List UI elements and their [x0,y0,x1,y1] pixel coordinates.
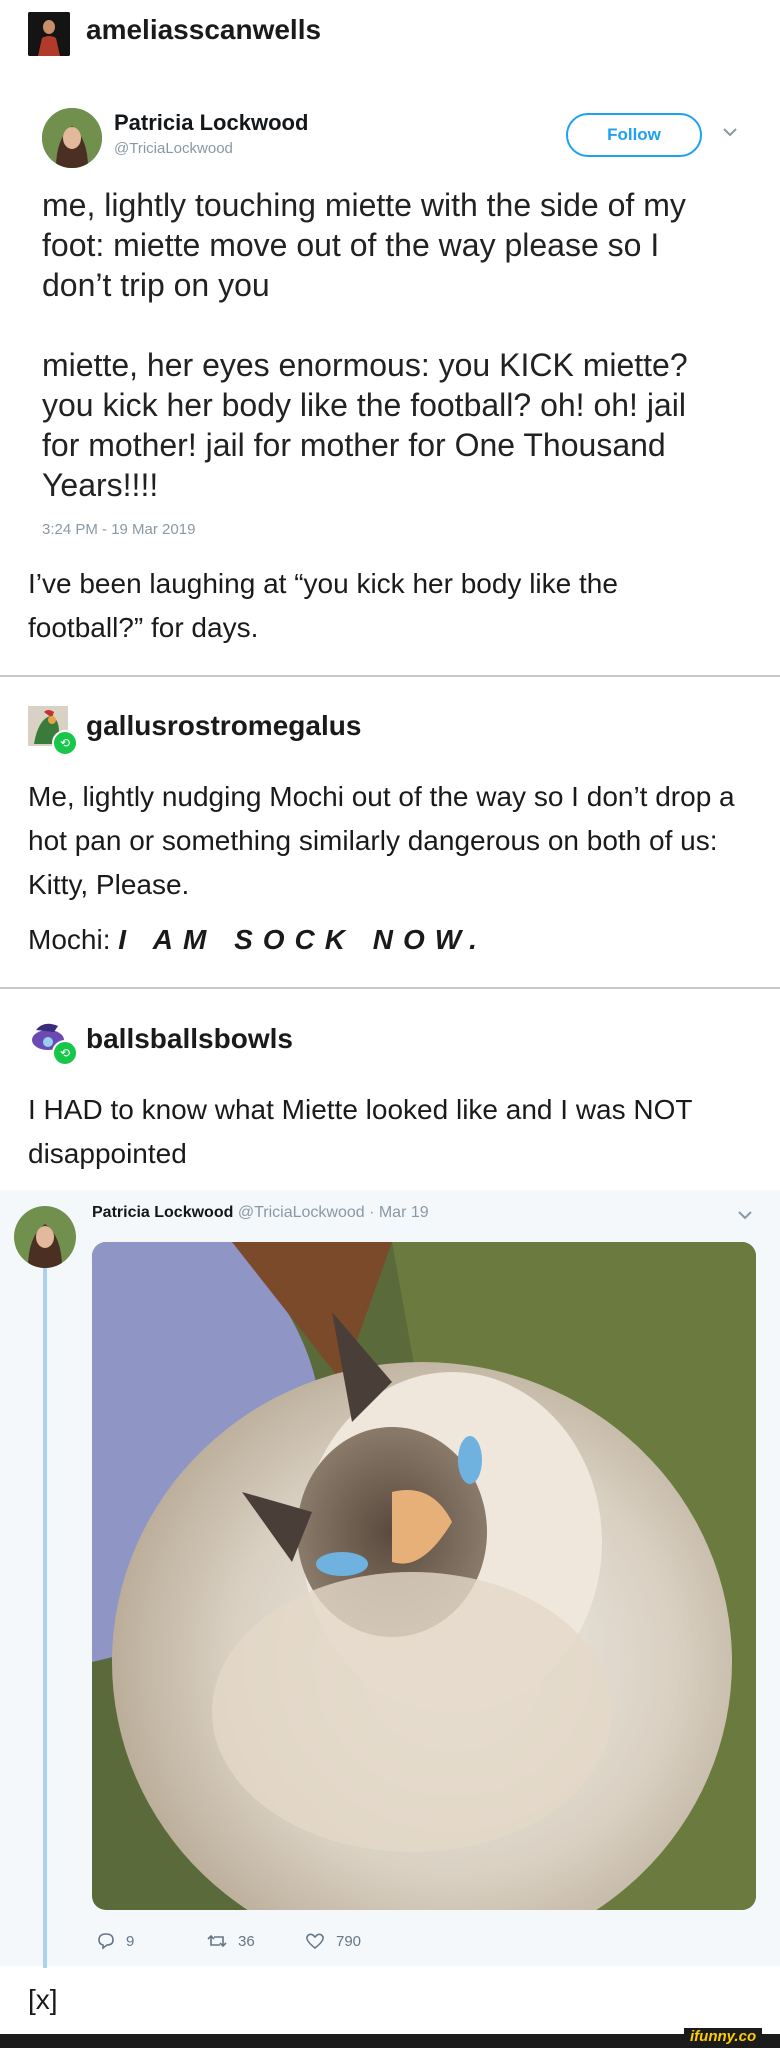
tweet-paragraph-1: me, lightly touching miette with the sid… [42,187,686,303]
chevron-down-icon[interactable] [720,124,740,140]
reblog1-username[interactable]: gallusrostromegalus [86,710,361,742]
cat-photo[interactable] [92,1242,756,1910]
chevron-down-icon[interactable] [735,1207,755,1223]
reply-count[interactable]: 9 [96,1931,134,1951]
embedded-tweet-handle-date[interactable]: @TriciaLockwood · Mar 19 [238,1204,429,1221]
retweet-icon [207,1934,227,1948]
retweet-count[interactable]: 36 [206,1931,255,1951]
heart-icon [306,1933,324,1950]
tweet-timestamp[interactable]: 3:24 PM - 19 Mar 2019 [42,521,195,538]
reblog2-username[interactable]: ballsballsbowls [86,1023,293,1055]
embedded-tweet-avatar[interactable] [14,1206,76,1268]
follow-button[interactable]: Follow [566,113,702,157]
like-count[interactable]: 790 [304,1931,361,1951]
op-avatar[interactable] [28,12,70,56]
tweet-author-handle[interactable]: @TriciaLockwood [114,140,233,157]
watermark-bar [0,2034,780,2048]
embedded-tweet-header: Patricia Lockwood @TriciaLockwood · Mar … [92,1204,429,1222]
post-divider [0,987,780,989]
reblog1-text: Me, lightly nudging Mochi out of the way… [28,781,735,900]
tweet-author-name[interactable]: Patricia Lockwood [114,110,308,136]
op-username[interactable]: ameliasscanwells [86,14,321,46]
reply-icon [98,1933,114,1950]
thread-line [43,1268,47,1968]
reblog1-text-2-prefix: Mochi: [28,924,111,955]
ifunny-watermark: ifunny.co [684,2028,763,2048]
reblog1-text-2: Mochi: I AM SOCK NOW. [28,918,748,962]
ifunny-watermark-text: ifunny.co [690,2028,757,2045]
tweet-avatar[interactable] [42,108,102,168]
op-comment: I’ve been laughing at “you kick her body… [28,568,618,643]
source-link[interactable]: [x] [28,1984,58,2016]
like-count-label: 790 [336,1932,362,1950]
reply-count-label: 9 [126,1932,135,1950]
post-divider [0,675,780,677]
reblog-icon: ⟲ [52,730,78,756]
reblog2-text: I HAD to know what Miette looked like an… [28,1094,692,1169]
retweet-count-label: 36 [238,1932,255,1950]
embedded-tweet-author-name[interactable]: Patricia Lockwood [92,1204,233,1221]
reblog1-text-2-emphasis: I AM SOCK NOW. [118,924,487,955]
tweet-paragraph-2: miette, her eyes enormous: you KICK miet… [42,347,688,503]
reblog-icon: ⟲ [52,1040,78,1066]
